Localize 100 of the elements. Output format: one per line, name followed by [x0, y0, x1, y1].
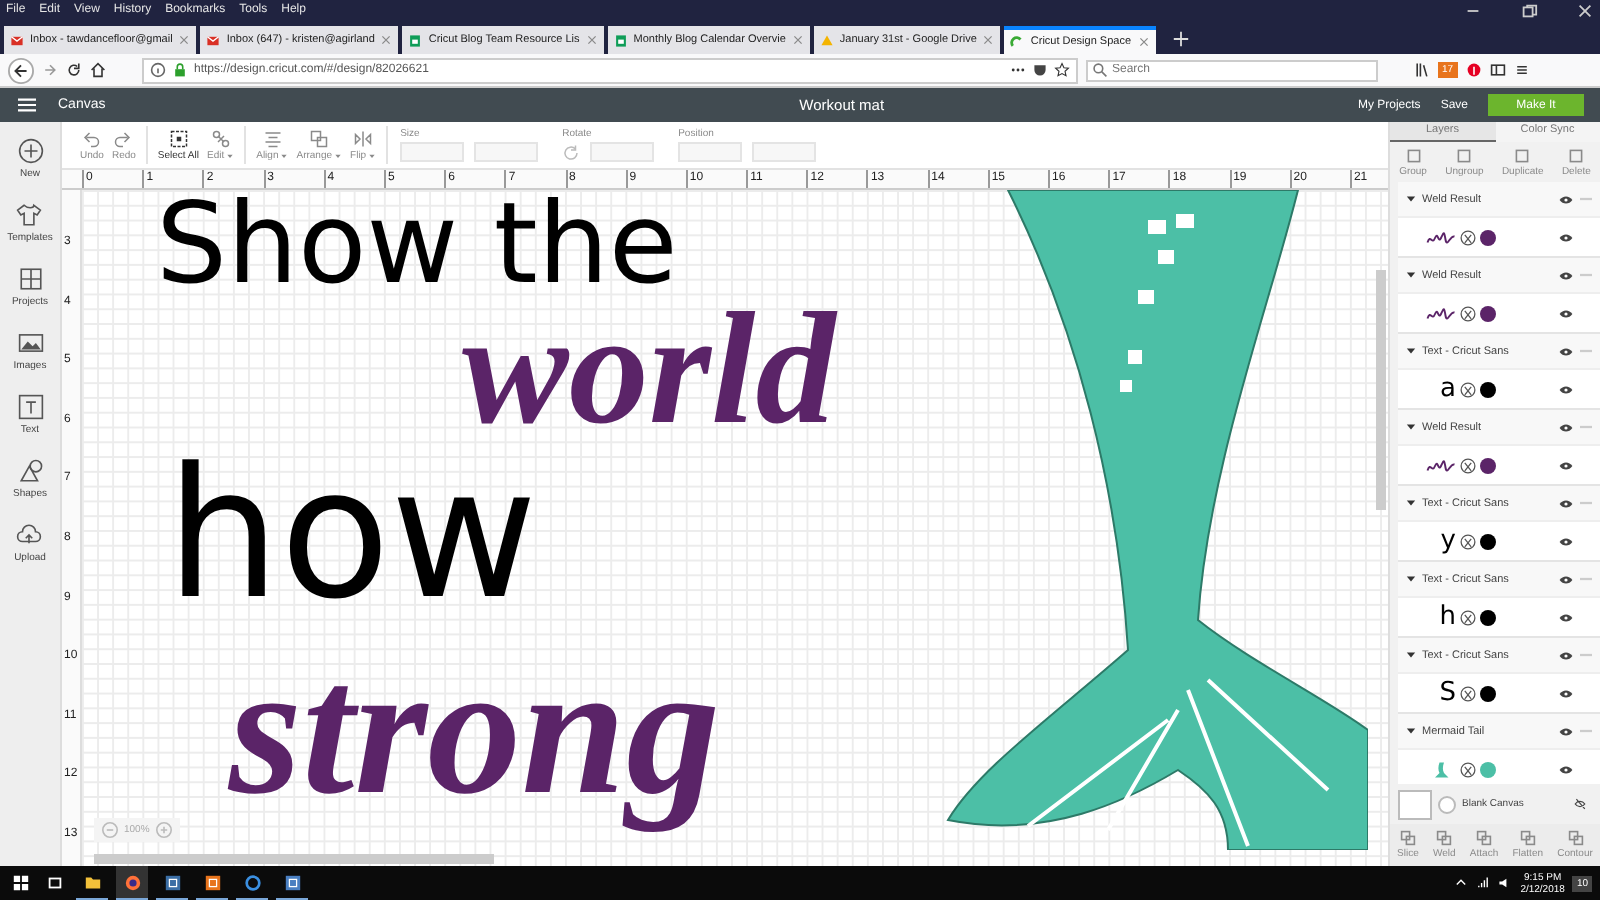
envelope-icon	[10, 33, 24, 47]
number-field[interactable]	[752, 142, 817, 162]
forward-icon[interactable]	[42, 62, 58, 78]
caret-icon[interactable]	[1406, 422, 1416, 432]
scrollbar[interactable]	[1376, 270, 1386, 510]
script-thumbnail-icon	[1426, 305, 1456, 321]
shirt-icon	[16, 202, 43, 228]
eye-icon[interactable]	[1558, 535, 1574, 547]
home-icon[interactable]	[90, 62, 106, 78]
close-tab-icon[interactable]	[178, 34, 191, 46]
flip-icon	[354, 129, 373, 147]
reload-icon[interactable]	[66, 62, 82, 78]
eye-icon[interactable]	[1558, 383, 1574, 395]
close-tab-icon[interactable]	[380, 34, 393, 46]
eye-icon[interactable]	[1558, 421, 1574, 433]
star-icon[interactable]	[1054, 62, 1070, 78]
eye-icon[interactable]	[1558, 649, 1574, 661]
pinterest-icon[interactable]	[1465, 62, 1482, 78]
redo-icon	[114, 129, 133, 147]
cut-icon	[1460, 457, 1476, 473]
color-dot[interactable]	[1480, 761, 1496, 777]
caret-icon[interactable]	[1406, 726, 1416, 736]
caret-icon[interactable]	[1406, 346, 1416, 356]
restore-icon[interactable]	[1520, 1, 1538, 19]
task-view-icon[interactable]	[46, 874, 64, 892]
c-letter-icon	[1010, 35, 1025, 49]
undo-icon	[82, 129, 101, 147]
rotate-icon	[562, 143, 581, 161]
chevron-up-icon[interactable]	[1454, 876, 1469, 890]
shapes-icon	[17, 458, 43, 484]
shield-icon[interactable]	[1032, 62, 1048, 78]
caret-icon[interactable]	[1406, 650, 1416, 660]
menu-icon[interactable]	[16, 96, 38, 114]
caret-icon[interactable]	[1406, 574, 1416, 584]
eye-icon[interactable]	[1558, 497, 1574, 509]
canvas-text[interactable]: Show the	[156, 190, 678, 302]
text-icon	[17, 394, 43, 420]
layer-thumbnail: y	[1438, 528, 1456, 554]
action-icon	[1405, 147, 1422, 163]
layer-thumbnail: a	[1438, 376, 1456, 402]
color-dot[interactable]	[1480, 685, 1496, 701]
eye-icon[interactable]	[1558, 725, 1574, 737]
network-icon[interactable]	[1476, 876, 1491, 890]
close-tab-icon[interactable]	[1137, 36, 1150, 48]
plus-circle-icon	[17, 138, 43, 164]
align-icon	[263, 129, 282, 147]
app-icon	[203, 873, 221, 891]
eye-icon[interactable]	[1558, 573, 1574, 585]
sidebar-icon[interactable]	[1489, 62, 1506, 78]
color-dot[interactable]	[1480, 381, 1496, 397]
hide-icon[interactable]	[1572, 798, 1588, 810]
menu-icon[interactable]	[1513, 62, 1530, 78]
close-tab-icon[interactable]	[791, 34, 804, 46]
eye-icon[interactable]	[1558, 611, 1574, 623]
number-field[interactable]	[474, 142, 539, 162]
eye-icon[interactable]	[1558, 307, 1574, 319]
scrollbar[interactable]	[94, 854, 494, 864]
color-dot[interactable]	[1480, 305, 1496, 321]
caret-icon[interactable]	[1406, 498, 1416, 508]
windows-start-icon[interactable]	[12, 874, 30, 892]
number-field[interactable]	[678, 142, 743, 162]
action-icon	[1476, 830, 1493, 846]
triangle-icon	[819, 33, 834, 47]
image-icon	[17, 330, 43, 356]
color-dot[interactable]	[1480, 457, 1496, 473]
close-tab-icon[interactable]	[585, 34, 598, 46]
canvas-swatch[interactable]	[1398, 789, 1432, 819]
cloud-upload-icon	[16, 522, 43, 548]
caret-icon[interactable]	[1406, 194, 1416, 204]
spreadsheet-icon	[408, 33, 423, 47]
folder-icon	[83, 873, 101, 891]
radio-button[interactable]	[1438, 795, 1456, 813]
color-dot[interactable]	[1480, 609, 1496, 625]
color-dot[interactable]	[1480, 533, 1496, 549]
close-tab-icon[interactable]	[982, 34, 995, 46]
eye-icon[interactable]	[1558, 231, 1574, 243]
eye-icon[interactable]	[1558, 345, 1574, 357]
number-field[interactable]	[400, 142, 465, 162]
cut-icon	[1460, 533, 1476, 549]
eye-icon[interactable]	[1558, 687, 1574, 699]
new-tab-icon[interactable]	[1171, 30, 1190, 48]
caret-icon[interactable]	[1406, 270, 1416, 280]
lock-icon	[172, 62, 188, 78]
back-icon[interactable]	[8, 57, 34, 83]
cut-icon	[1460, 229, 1476, 245]
color-dot[interactable]	[1480, 229, 1496, 245]
info-icon	[150, 62, 166, 78]
globe-icon	[123, 873, 141, 891]
action-icon	[1514, 147, 1531, 163]
close-icon[interactable]	[1576, 1, 1594, 19]
library-icon[interactable]	[1414, 62, 1430, 78]
ring-icon	[243, 873, 261, 891]
number-field[interactable]	[590, 142, 655, 162]
arrange-icon	[310, 129, 329, 147]
eye-icon[interactable]	[1558, 269, 1574, 281]
cut-icon	[1460, 381, 1476, 397]
eye-icon[interactable]	[1558, 193, 1574, 205]
eye-icon[interactable]	[1558, 763, 1574, 775]
eye-icon[interactable]	[1558, 459, 1574, 471]
app-icon	[283, 873, 301, 891]
